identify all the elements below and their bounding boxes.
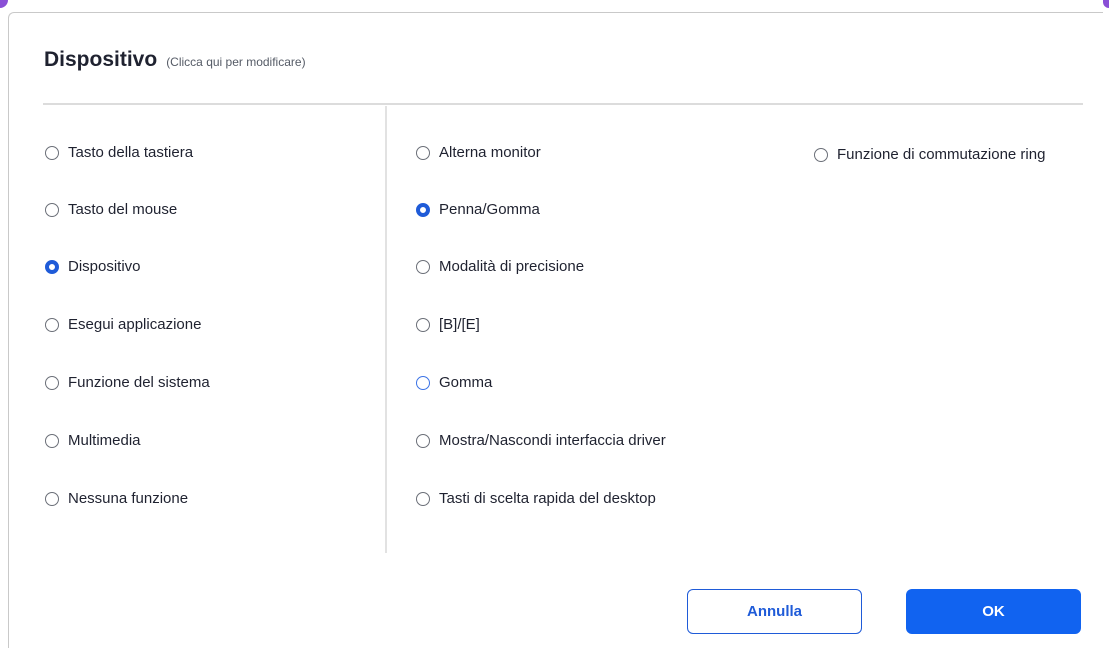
radio-label: Funzione del sistema: [68, 374, 210, 391]
radio-button-icon[interactable]: [416, 433, 430, 448]
dialog-stage: Dispositivo (Clicca qui per modificare) …: [0, 0, 1109, 648]
radio-item-dispositivo[interactable]: Dispositivo: [45, 258, 141, 275]
header-divider: [43, 103, 1083, 105]
radio-item-b-e[interactable]: [B]/[E]: [416, 316, 480, 333]
radio-item-tasto-tastiera[interactable]: Tasto della tastiera: [45, 144, 193, 161]
radio-item-modalita-precisione[interactable]: Modalità di precisione: [416, 258, 584, 275]
radio-button-icon[interactable]: [45, 202, 59, 217]
radio-label: Gomma: [439, 374, 493, 391]
radio-label: Dispositivo: [68, 258, 141, 275]
radio-label: Tasto del mouse: [68, 201, 178, 218]
radio-item-nessuna-funzione[interactable]: Nessuna funzione: [45, 490, 188, 507]
radio-button-icon[interactable]: [45, 317, 59, 332]
radio-item-penna-gomma[interactable]: Penna/Gomma: [416, 201, 540, 218]
radio-button-checked-icon[interactable]: [416, 202, 430, 217]
radio-item-multimedia[interactable]: Multimedia: [45, 432, 141, 449]
radio-button-icon[interactable]: [416, 491, 430, 506]
radio-button-icon[interactable]: [45, 433, 59, 448]
radio-button-icon[interactable]: [416, 145, 430, 160]
radio-button-icon[interactable]: [416, 317, 430, 332]
window-corner-accent-left: [0, 0, 8, 8]
dialog-title-row[interactable]: Dispositivo (Clicca qui per modificare): [44, 48, 306, 72]
radio-item-funzione-sistema[interactable]: Funzione del sistema: [45, 374, 210, 391]
radio-item-mostra-nascondi-interfaccia[interactable]: Mostra/Nascondi interfaccia driver: [416, 432, 666, 449]
radio-button-hover-icon[interactable]: [416, 375, 430, 390]
column-divider: [385, 106, 387, 553]
radio-button-checked-icon[interactable]: [45, 259, 59, 274]
radio-label: Mostra/Nascondi interfaccia driver: [439, 432, 666, 449]
radio-label: Alterna monitor: [439, 144, 541, 161]
radio-label: [B]/[E]: [439, 316, 480, 333]
radio-button-icon[interactable]: [416, 259, 430, 274]
window-corner-accent-right: [1103, 0, 1109, 8]
radio-button-icon[interactable]: [45, 375, 59, 390]
dialog-title-hint[interactable]: (Clicca qui per modificare): [166, 55, 305, 69]
radio-item-gomma[interactable]: Gomma: [416, 374, 492, 391]
ok-button[interactable]: OK: [906, 589, 1081, 634]
radio-label: Penna/Gomma: [439, 201, 540, 218]
radio-label: Tasti di scelta rapida del desktop: [439, 490, 656, 507]
radio-label: Funzione di commutazione ring: [837, 146, 1046, 163]
radio-label: Tasto della tastiera: [68, 144, 194, 161]
radio-item-funzione-commutazione-ring[interactable]: Funzione di commutazione ring: [814, 146, 1071, 163]
radio-label: Nessuna funzione: [68, 490, 189, 507]
dialog-title[interactable]: Dispositivo: [44, 48, 157, 72]
radio-button-icon[interactable]: [45, 491, 59, 506]
radio-button-icon[interactable]: [45, 145, 59, 160]
radio-item-tasto-mouse[interactable]: Tasto del mouse: [45, 201, 177, 218]
radio-item-alterna-monitor[interactable]: Alterna monitor: [416, 144, 541, 161]
radio-item-tasti-scelta-rapida[interactable]: Tasti di scelta rapida del desktop: [416, 490, 656, 507]
radio-button-icon[interactable]: [814, 147, 828, 162]
radio-item-esegui-applicazione[interactable]: Esegui applicazione: [45, 316, 201, 333]
radio-label: Esegui applicazione: [68, 316, 202, 333]
cancel-button[interactable]: Annulla: [687, 589, 862, 634]
radio-label: Modalità di precisione: [439, 258, 585, 275]
radio-label: Multimedia: [68, 432, 141, 449]
